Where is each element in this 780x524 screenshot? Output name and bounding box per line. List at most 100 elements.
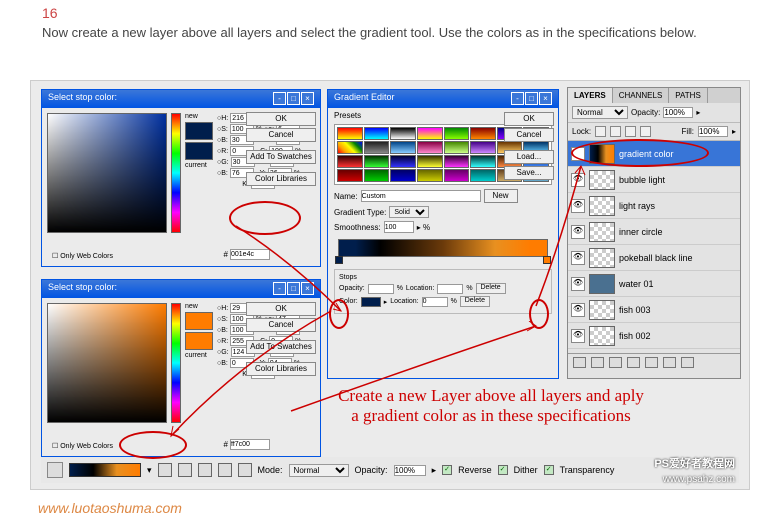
fill-input[interactable] — [698, 126, 728, 137]
mode-select[interactable]: Normal — [289, 464, 349, 477]
visibility-icon[interactable]: 👁 — [571, 303, 585, 317]
delete-color-button[interactable]: Delete — [460, 296, 490, 307]
lock-image-icon[interactable] — [610, 126, 621, 137]
group-icon[interactable] — [645, 357, 658, 368]
watermark-2: www.psahz.com — [663, 474, 735, 485]
only-web-checkbox[interactable]: ☐ Only Web Colors — [52, 442, 113, 450]
radial-gradient-icon[interactable] — [178, 463, 192, 477]
link-layers-icon[interactable] — [573, 357, 586, 368]
layer-row[interactable]: 👁 fish 002 — [568, 323, 740, 349]
visibility-icon[interactable]: 👁 — [571, 225, 585, 239]
color-location-input[interactable] — [422, 297, 448, 307]
layers-panel: LAYERS CHANNELS PATHS Normal Opacity: ▸ … — [567, 87, 741, 379]
watermark-1: PS爱好者教程网 — [654, 455, 735, 471]
opacity-label: Opacity: — [631, 108, 660, 117]
new-layer-icon[interactable] — [663, 357, 676, 368]
hex-input[interactable] — [230, 439, 270, 450]
minimize-icon[interactable]: - — [511, 92, 524, 105]
hex-input[interactable] — [230, 249, 270, 260]
layer-row[interactable]: 👁light rays — [568, 193, 740, 219]
maximize-icon[interactable]: □ — [287, 92, 300, 105]
minimize-icon[interactable]: - — [273, 92, 286, 105]
cancel-button[interactable]: Cancel — [246, 128, 316, 142]
hue-slider[interactable] — [171, 113, 181, 233]
layer-row[interactable]: 👁 inner circle — [568, 219, 740, 245]
maximize-icon[interactable]: □ — [287, 282, 300, 295]
delete-stop-button[interactable]: Delete — [476, 283, 506, 294]
lock-all-icon[interactable] — [640, 126, 651, 137]
visibility-icon[interactable]: 👁 — [571, 329, 585, 343]
color-field[interactable] — [47, 303, 167, 423]
layer-mask-icon[interactable] — [609, 357, 622, 368]
load-button[interactable]: Load... — [504, 150, 554, 164]
transparency-label: Transparency — [560, 465, 615, 475]
opacity-input[interactable] — [394, 465, 426, 476]
gradient-preview[interactable] — [69, 463, 141, 477]
reflected-gradient-icon[interactable] — [218, 463, 232, 477]
opacity-input[interactable] — [663, 107, 693, 118]
gradient-stop-left[interactable] — [335, 256, 343, 264]
layer-row[interactable]: 👁bubble light — [568, 167, 740, 193]
color-libraries-button[interactable]: Color Libraries — [246, 172, 316, 186]
tab-paths[interactable]: PATHS — [669, 88, 707, 103]
dither-checkbox[interactable]: ✓ — [498, 465, 508, 475]
visibility-icon[interactable]: 👁 — [571, 199, 585, 213]
lock-transparent-icon[interactable] — [595, 126, 606, 137]
transparency-checkbox[interactable]: ✓ — [544, 465, 554, 475]
smooth-input[interactable] — [384, 221, 414, 233]
close-icon[interactable]: × — [301, 92, 314, 105]
new-button[interactable]: New — [484, 189, 518, 203]
layer-name: inner circle — [619, 227, 663, 237]
layer-row[interactable]: 👁 water 01 — [568, 271, 740, 297]
ok-button[interactable]: OK — [246, 302, 316, 316]
delete-layer-icon[interactable] — [681, 357, 694, 368]
hue-slider[interactable] — [171, 303, 181, 423]
stop-opacity-input[interactable] — [368, 284, 394, 294]
stop-location-input[interactable] — [437, 284, 463, 294]
blend-mode-select[interactable]: Normal — [572, 106, 628, 119]
minimize-icon[interactable]: - — [273, 282, 286, 295]
layer-name: water 01 — [619, 279, 654, 289]
watermark-3: www.luotaoshuma.com — [38, 500, 182, 516]
add-swatches-button[interactable]: Add To Swatches — [246, 340, 316, 354]
gradient-bar[interactable] — [338, 239, 548, 257]
gradient-tool-icon[interactable] — [47, 462, 63, 478]
name-input[interactable] — [361, 190, 481, 202]
close-icon[interactable]: × — [539, 92, 552, 105]
name-label: Name: — [334, 192, 358, 201]
step-text: Now create a new layer above all layers … — [0, 21, 780, 50]
gradient-stop-right[interactable] — [543, 256, 551, 264]
ok-button[interactable]: OK — [504, 112, 554, 126]
layer-row[interactable]: 👁pokeball black line — [568, 245, 740, 271]
opacity-label: Opacity: — [355, 465, 388, 475]
layer-row[interactable]: 👁fish 003 — [568, 297, 740, 323]
visibility-icon[interactable]: 👁 — [571, 147, 585, 161]
stop-color-swatch[interactable] — [361, 297, 381, 307]
adjustment-layer-icon[interactable] — [627, 357, 640, 368]
gtype-select[interactable]: Solid — [389, 206, 429, 218]
angle-gradient-icon[interactable] — [198, 463, 212, 477]
diamond-gradient-icon[interactable] — [238, 463, 252, 477]
tab-layers[interactable]: LAYERS — [568, 88, 613, 103]
linear-gradient-icon[interactable] — [158, 463, 172, 477]
visibility-icon[interactable]: 👁 — [571, 173, 585, 187]
close-icon[interactable]: × — [301, 282, 314, 295]
reverse-checkbox[interactable]: ✓ — [442, 465, 452, 475]
visibility-icon[interactable]: 👁 — [571, 251, 585, 265]
visibility-icon[interactable]: 👁 — [571, 277, 585, 291]
lock-position-icon[interactable] — [625, 126, 636, 137]
layer-style-icon[interactable] — [591, 357, 604, 368]
color-field[interactable] — [47, 113, 167, 233]
cancel-button[interactable]: Cancel — [246, 318, 316, 332]
color-libraries-button[interactable]: Color Libraries — [246, 362, 316, 376]
save-button[interactable]: Save... — [504, 166, 554, 180]
ok-button[interactable]: OK — [246, 112, 316, 126]
layer-row[interactable]: 👁gradient color — [568, 141, 740, 167]
only-web-checkbox[interactable]: ☐ Only Web Colors — [52, 252, 113, 260]
maximize-icon[interactable]: □ — [525, 92, 538, 105]
new-label: new — [185, 303, 213, 310]
add-swatches-button[interactable]: Add To Swatches — [246, 150, 316, 164]
tab-channels[interactable]: CHANNELS — [613, 88, 670, 103]
layer-name: fish 002 — [619, 331, 651, 341]
cancel-button[interactable]: Cancel — [504, 128, 554, 142]
